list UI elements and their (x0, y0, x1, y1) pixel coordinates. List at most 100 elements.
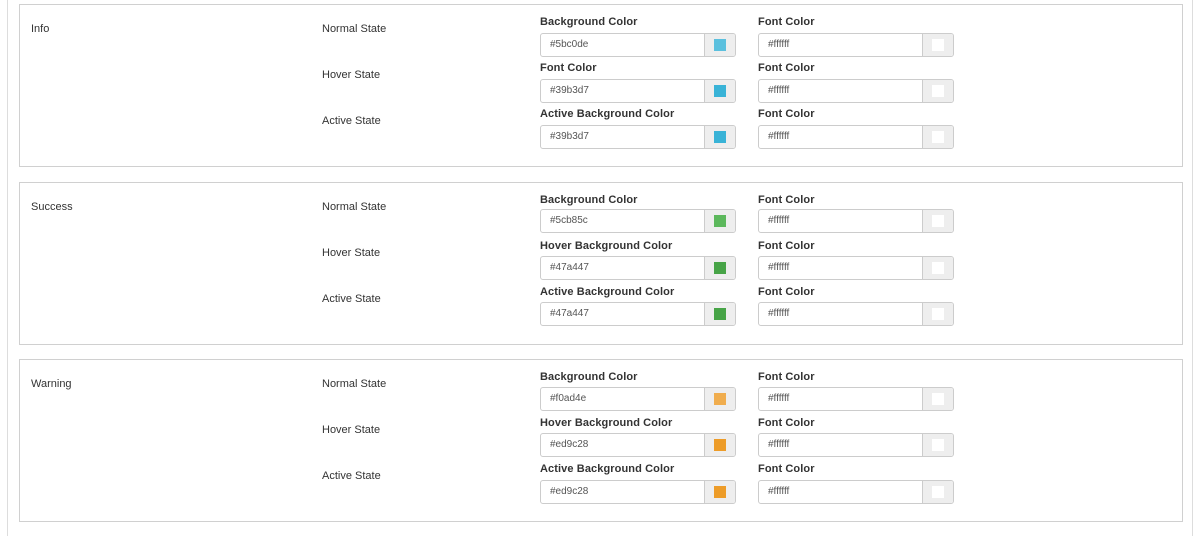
state-label: Hover State (322, 247, 381, 259)
color-swatch-icon (714, 215, 726, 227)
color-value[interactable]: #f0ad4e (541, 388, 704, 410)
color-swatch-icon (932, 393, 944, 405)
color-value[interactable]: #ed9c28 (541, 481, 704, 503)
bg-color-input[interactable]: #47a447 (540, 302, 736, 326)
font-color-label: Font Color (758, 286, 815, 298)
color-value[interactable]: #ffffff (759, 388, 922, 410)
color-picker-button[interactable] (704, 257, 735, 279)
color-value[interactable]: #ffffff (759, 80, 922, 102)
color-picker-button[interactable] (704, 481, 735, 503)
state-label: Hover State (322, 69, 381, 81)
font-color-input[interactable]: #ffffff (758, 209, 954, 233)
font-color-input[interactable]: #ffffff (758, 125, 954, 149)
color-swatch-icon (932, 39, 944, 51)
font-color-label: Font Color (758, 62, 815, 74)
state-label: Active State (322, 293, 381, 305)
color-picker-button[interactable] (704, 126, 735, 148)
color-picker-button[interactable] (704, 434, 735, 456)
color-value[interactable]: #39b3d7 (541, 80, 704, 102)
bg-color-input[interactable]: #47a447 (540, 256, 736, 280)
color-picker-button[interactable] (922, 34, 953, 56)
color-swatch-icon (714, 131, 726, 143)
font-color-label: Font Color (758, 16, 815, 28)
font-color-label: Font Color (758, 108, 815, 120)
color-picker-button[interactable] (704, 303, 735, 325)
panel-title: Info (31, 23, 50, 35)
color-swatch-icon (932, 215, 944, 227)
bg-color-input[interactable]: #ed9c28 (540, 433, 736, 457)
bg-color-label: Background Color (540, 371, 638, 383)
color-swatch-icon (714, 262, 726, 274)
color-swatch-icon (932, 131, 944, 143)
font-color-label: Font Color (758, 463, 815, 475)
color-swatch-icon (714, 486, 726, 498)
color-picker-button[interactable] (922, 303, 953, 325)
bg-color-label: Background Color (540, 16, 638, 28)
bg-color-label: Active Background Color (540, 286, 675, 298)
color-value[interactable]: #ffffff (759, 481, 922, 503)
panel-info: Info Normal State Background Color #5bc0… (19, 4, 1183, 167)
color-value[interactable]: #ffffff (759, 210, 922, 232)
state-label: Normal State (322, 201, 387, 213)
font-color-input[interactable]: #ffffff (758, 387, 954, 411)
font-color-label: Font Color (758, 240, 815, 252)
color-value[interactable]: #39b3d7 (541, 126, 704, 148)
bg-color-input[interactable]: #ed9c28 (540, 480, 736, 504)
color-picker-button[interactable] (922, 210, 953, 232)
color-swatch-icon (714, 308, 726, 320)
color-value[interactable]: #47a447 (541, 257, 704, 279)
state-label: Normal State (322, 378, 387, 390)
color-value[interactable]: #ffffff (759, 434, 922, 456)
color-swatch-icon (714, 439, 726, 451)
color-value[interactable]: #ffffff (759, 257, 922, 279)
color-swatch-icon (932, 486, 944, 498)
bg-color-input[interactable]: #39b3d7 (540, 79, 736, 103)
font-color-input[interactable]: #ffffff (758, 433, 954, 457)
bg-color-label: Font Color (540, 62, 597, 74)
color-picker-button[interactable] (704, 34, 735, 56)
bg-color-label: Background Color (540, 194, 638, 206)
bg-color-input[interactable]: #f0ad4e (540, 387, 736, 411)
panel-success: Success Normal State Background Color #5… (19, 182, 1183, 345)
font-color-input[interactable]: #ffffff (758, 480, 954, 504)
font-color-label: Font Color (758, 194, 815, 206)
color-picker-button[interactable] (922, 388, 953, 410)
state-label: Active State (322, 115, 381, 127)
color-picker-button[interactable] (704, 388, 735, 410)
bg-color-label: Active Background Color (540, 463, 675, 475)
color-value[interactable]: #5bc0de (541, 34, 704, 56)
state-label: Normal State (322, 23, 387, 35)
font-color-label: Font Color (758, 417, 815, 429)
color-picker-button[interactable] (922, 434, 953, 456)
color-picker-button[interactable] (922, 126, 953, 148)
bg-color-label: Hover Background Color (540, 240, 673, 252)
color-value[interactable]: #ffffff (759, 303, 922, 325)
color-swatch-icon (932, 85, 944, 97)
panel-title: Success (31, 201, 73, 213)
font-color-input[interactable]: #ffffff (758, 302, 954, 326)
color-value[interactable]: #ffffff (759, 126, 922, 148)
color-picker-button[interactable] (704, 210, 735, 232)
bg-color-input[interactable]: #5bc0de (540, 33, 736, 57)
color-value[interactable]: #5cb85c (541, 210, 704, 232)
color-swatch-icon (932, 439, 944, 451)
color-swatch-icon (932, 262, 944, 274)
bg-color-input[interactable]: #39b3d7 (540, 125, 736, 149)
font-color-input[interactable]: #ffffff (758, 256, 954, 280)
color-swatch-icon (932, 308, 944, 320)
panel-title: Warning (31, 378, 72, 390)
bg-color-label: Hover Background Color (540, 417, 673, 429)
font-color-input[interactable]: #ffffff (758, 79, 954, 103)
panel-warning: Warning Normal State Background Color #f… (19, 359, 1183, 522)
state-label: Active State (322, 470, 381, 482)
color-value[interactable]: #ed9c28 (541, 434, 704, 456)
font-color-label: Font Color (758, 371, 815, 383)
color-picker-button[interactable] (922, 80, 953, 102)
color-picker-button[interactable] (922, 481, 953, 503)
color-value[interactable]: #ffffff (759, 34, 922, 56)
color-value[interactable]: #47a447 (541, 303, 704, 325)
color-picker-button[interactable] (922, 257, 953, 279)
bg-color-input[interactable]: #5cb85c (540, 209, 736, 233)
color-picker-button[interactable] (704, 80, 735, 102)
font-color-input[interactable]: #ffffff (758, 33, 954, 57)
